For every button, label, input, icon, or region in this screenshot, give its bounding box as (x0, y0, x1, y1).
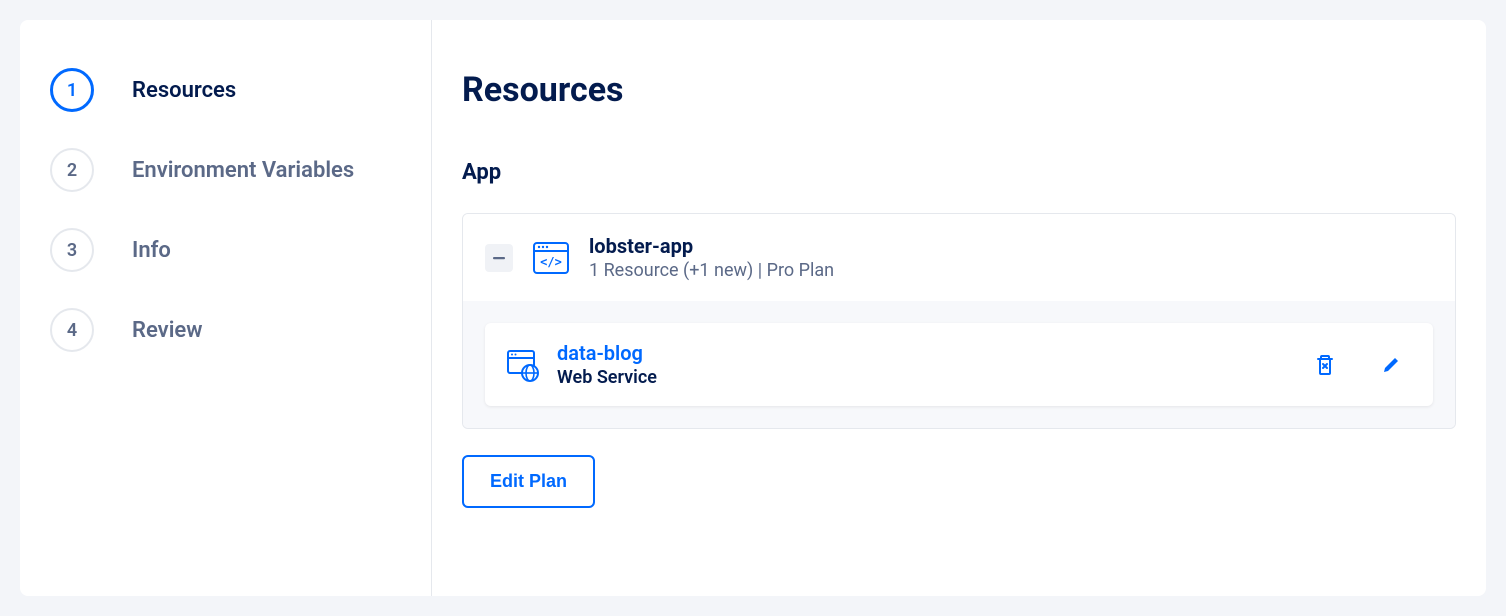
web-service-icon (505, 347, 541, 383)
step-label: Review (132, 318, 203, 343)
step-resources[interactable]: 1 Resources (50, 50, 401, 130)
app-header: </> lobster-app 1 Resource (+1 new) | Pr… (463, 214, 1455, 301)
section-title-app: App (462, 160, 1456, 185)
delete-button[interactable] (1313, 353, 1337, 377)
row-actions (1313, 353, 1413, 377)
minus-icon (492, 251, 506, 265)
step-number: 4 (50, 308, 94, 352)
wizard-sidebar: 1 Resources 2 Environment Variables 3 In… (20, 20, 432, 596)
pencil-icon (1381, 355, 1401, 375)
resource-type: Web Service (557, 367, 1297, 388)
step-number: 2 (50, 148, 94, 192)
step-number: 1 (50, 68, 94, 112)
step-environment-variables[interactable]: 2 Environment Variables (50, 130, 401, 210)
step-number: 3 (50, 228, 94, 272)
edit-plan-button[interactable]: Edit Plan (462, 455, 595, 508)
collapse-toggle[interactable] (485, 244, 513, 272)
step-label: Environment Variables (132, 158, 354, 183)
step-info[interactable]: 3 Info (50, 210, 401, 290)
app-info: lobster-app 1 Resource (+1 new) | Pro Pl… (589, 234, 1433, 281)
page-title: Resources (462, 70, 1456, 110)
main-content: Resources App </> (432, 20, 1486, 596)
step-label: Resources (132, 78, 236, 103)
svg-text:</>: </> (540, 255, 562, 269)
resource-info: data-blog Web Service (557, 341, 1297, 388)
step-review[interactable]: 4 Review (50, 290, 401, 370)
trash-icon (1315, 354, 1335, 376)
app-name: lobster-app (589, 234, 1433, 258)
resource-row: data-blog Web Service (485, 323, 1433, 406)
app-icon: </> (531, 238, 571, 278)
edit-button[interactable] (1379, 353, 1403, 377)
app-box: </> lobster-app 1 Resource (+1 new) | Pr… (462, 213, 1456, 429)
resource-name-link[interactable]: data-blog (557, 341, 1297, 365)
step-label: Info (132, 238, 171, 263)
app-meta: 1 Resource (+1 new) | Pro Plan (589, 260, 1433, 281)
app-body: data-blog Web Service (463, 301, 1455, 428)
